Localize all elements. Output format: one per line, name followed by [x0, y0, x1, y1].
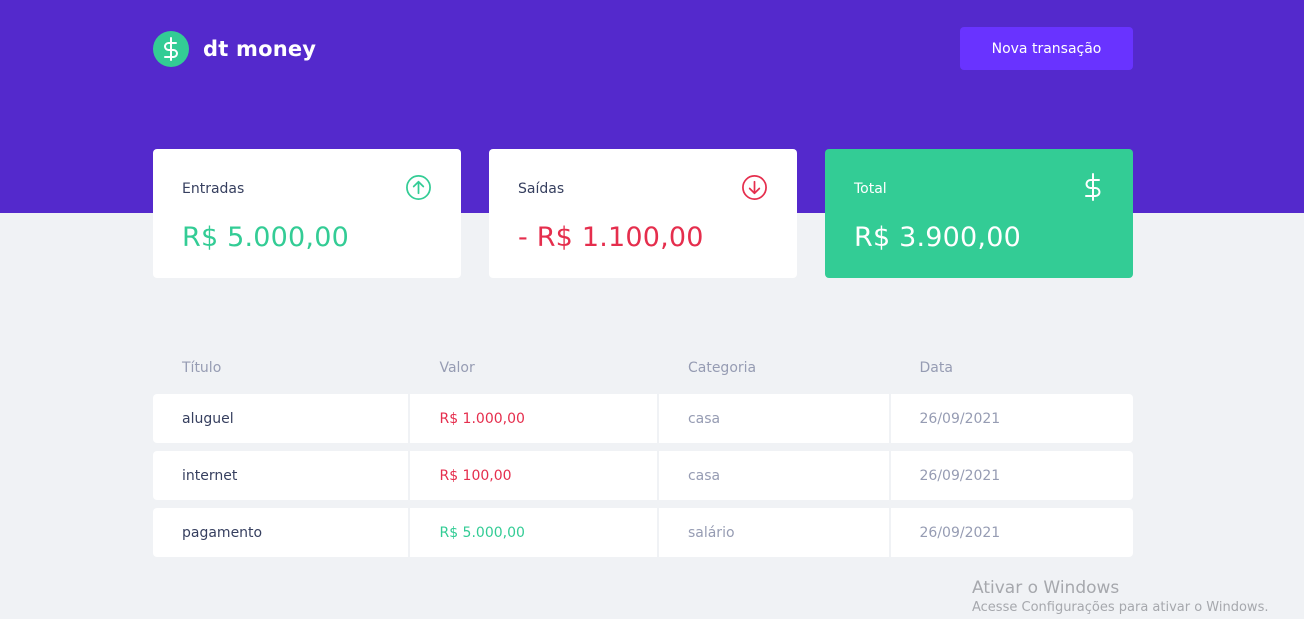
watermark-title: Ativar o Windows [972, 578, 1120, 598]
outcome-card: Saídas - R$ 1.100,00 [489, 149, 797, 278]
row-title: internet [153, 451, 409, 500]
arrow-down-circle-icon [741, 174, 768, 205]
table-row: aluguel R$ 1.000,00 casa 26/09/2021 [153, 394, 1133, 443]
total-card: Total R$ 3.900,00 [825, 149, 1133, 278]
row-date: 26/09/2021 [890, 451, 1133, 500]
column-category: Categoria [687, 360, 757, 376]
outcome-label: Saídas [518, 181, 565, 197]
summary-cards: Entradas R$ 5.000,00 Saídas - R$ 1.100,0… [153, 149, 1133, 278]
transactions-table: Título Valor Categoria Data aluguel R$ 1… [153, 350, 1133, 557]
new-transaction-button[interactable]: Nova transação [960, 27, 1133, 70]
column-title: Título [182, 360, 222, 376]
logo-text: dt money [203, 36, 317, 61]
row-title: pagamento [153, 508, 409, 557]
dollar-icon [153, 30, 189, 67]
outcome-amount: - R$ 1.100,00 [518, 222, 704, 253]
row-value: R$ 5.000,00 [410, 508, 657, 557]
table-header: Título Valor Categoria Data [153, 350, 1133, 386]
app-header: dt money Nova transação [153, 27, 1133, 70]
row-date: 26/09/2021 [890, 394, 1133, 443]
row-title: aluguel [153, 394, 409, 443]
column-value: Valor [439, 360, 475, 376]
table-row: pagamento R$ 5.000,00 salário 26/09/2021 [153, 508, 1133, 557]
row-category: salário [658, 508, 889, 557]
income-label: Entradas [182, 181, 245, 197]
logo: dt money [153, 30, 317, 67]
row-category: casa [658, 394, 889, 443]
watermark-subtitle: Acesse Configurações para ativar o Windo… [972, 600, 1269, 615]
row-category: casa [658, 451, 889, 500]
windows-activation-watermark: Ativar o Windows Acesse Configurações pa… [972, 578, 1268, 615]
table-row: internet R$ 100,00 casa 26/09/2021 [153, 451, 1133, 500]
row-value: R$ 1.000,00 [410, 394, 657, 443]
total-amount: R$ 3.900,00 [854, 222, 1021, 253]
dollar-icon [1082, 172, 1104, 206]
row-date: 26/09/2021 [890, 508, 1133, 557]
row-value: R$ 100,00 [410, 451, 657, 500]
total-label: Total [854, 181, 887, 197]
column-date: Data [919, 360, 953, 376]
income-amount: R$ 5.000,00 [182, 222, 349, 253]
arrow-up-circle-icon [405, 174, 432, 205]
income-card: Entradas R$ 5.000,00 [153, 149, 461, 278]
